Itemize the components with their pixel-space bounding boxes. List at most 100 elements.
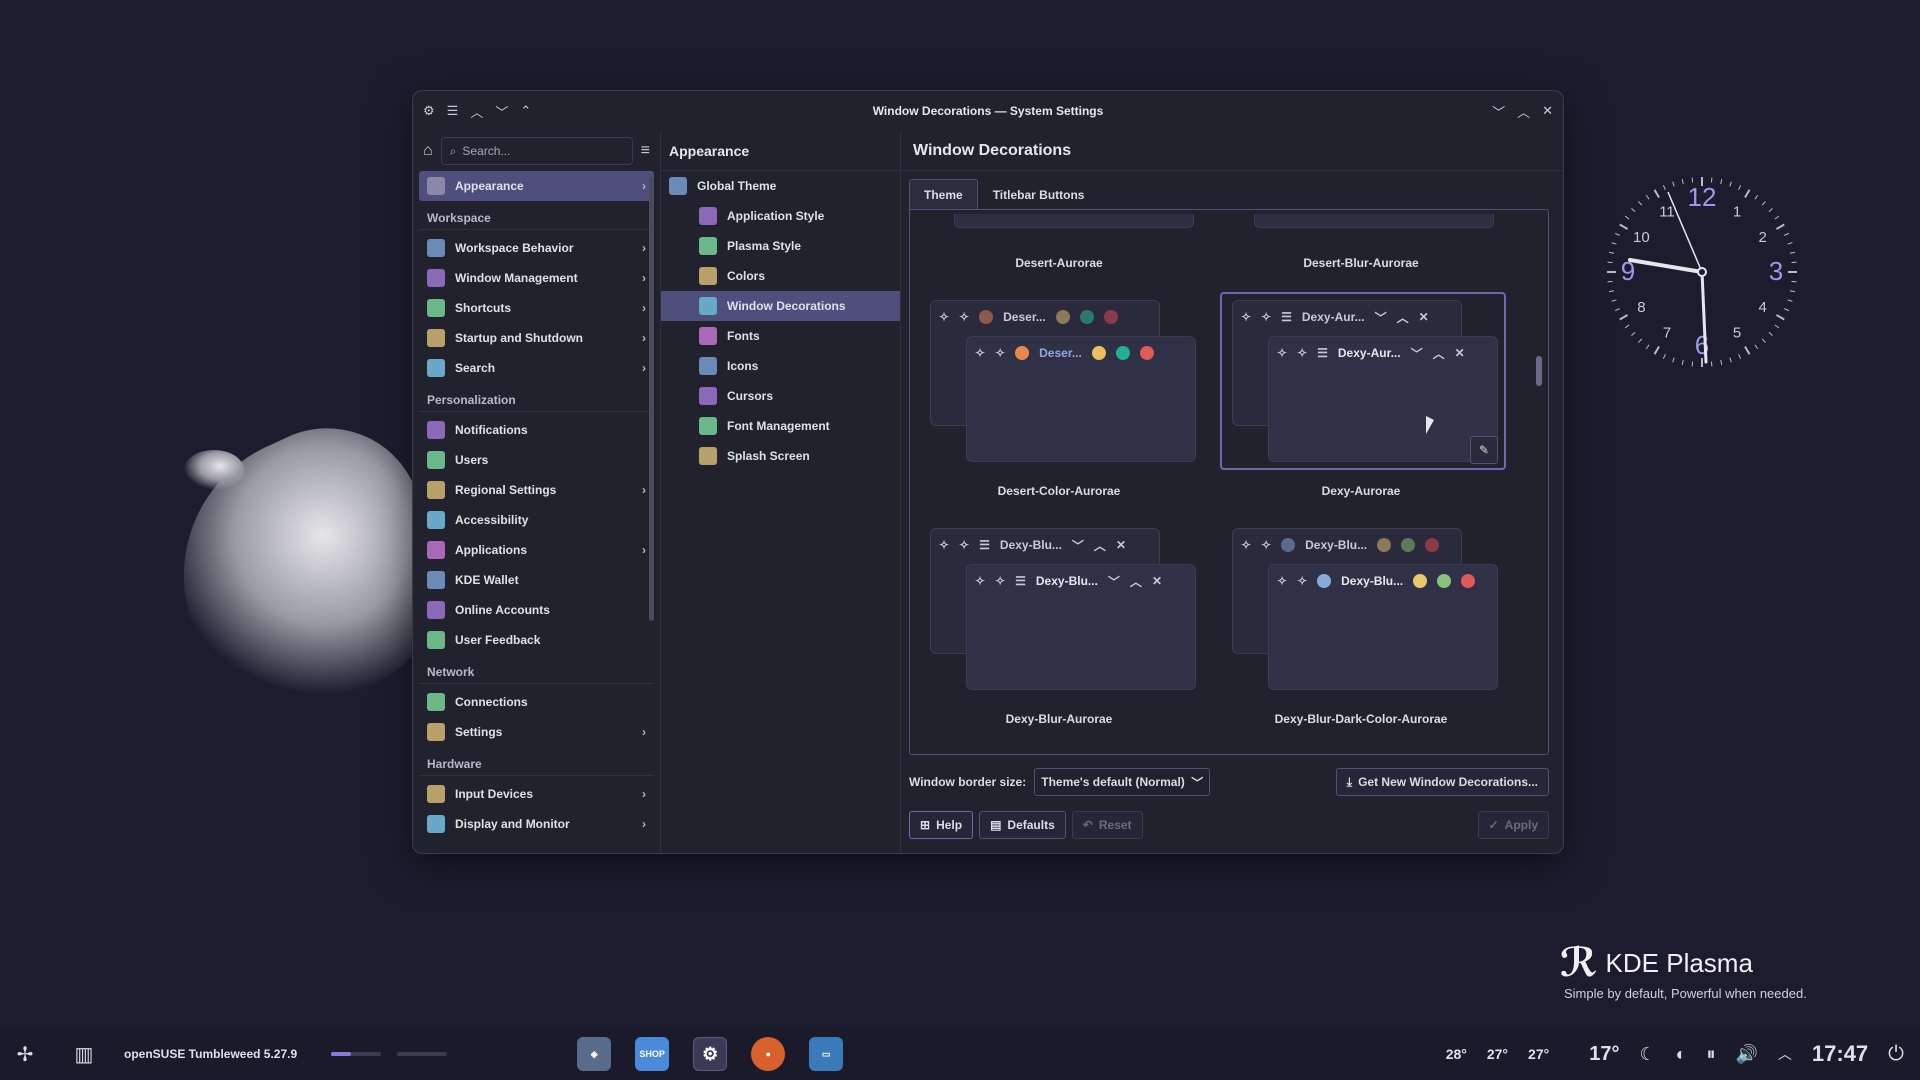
clock-tick <box>1607 280 1613 283</box>
weather-temp[interactable]: 17° <box>1589 1043 1619 1066</box>
theme-label: Desert-Blur-Aurorae <box>1303 256 1419 270</box>
sidebar-item-online-accounts[interactable]: Online Accounts <box>419 595 654 625</box>
shade-icon[interactable]: ⌃ <box>520 103 531 119</box>
sidebar-item-workspace-behavior[interactable]: Workspace Behavior › <box>419 233 654 263</box>
subpanel-item-label: Fonts <box>727 329 760 343</box>
sidebar-item-regional-settings[interactable]: Regional Settings › <box>419 475 654 505</box>
clock-tick <box>1638 201 1643 206</box>
apply-button[interactable]: ✓ Apply <box>1477 811 1549 839</box>
subpanel-item-fonts[interactable]: Fonts <box>661 321 900 351</box>
subpanel-item-plasma-style[interactable]: Plasma Style <box>661 231 900 261</box>
maximize-icon: ︿ <box>1129 574 1142 589</box>
defaults-button[interactable]: ▤ Defaults <box>979 811 1066 839</box>
reset-button[interactable]: ↶ Reset <box>1071 811 1143 839</box>
sidebar-scrollbar[interactable] <box>649 177 654 621</box>
theme-preview-dexy-blur-dark-color-aurorae[interactable]: ✧ ✧ Dexy-Blu... <box>1268 564 1498 690</box>
tray-expand-icon[interactable]: ︿ <box>1778 1044 1792 1064</box>
pin-icon: ✧ <box>959 310 970 324</box>
sidebar-item-users[interactable]: Users <box>419 445 654 475</box>
titlebar: ⚙ ☰ ︿ ﹀ ⌃ Window Decorations — System Se… <box>413 91 1563 131</box>
taskbar-app-shop[interactable]: SHOP <box>635 1037 670 1071</box>
sidebar-item-startup-and-shutdown[interactable]: Startup and Shutdown › <box>419 323 654 353</box>
media-pause-icon[interactable]: ⏸ <box>1706 1044 1715 1065</box>
subpanel-item-icon <box>699 447 717 465</box>
night-color-icon[interactable]: ◐ <box>1676 1044 1687 1065</box>
chevron-right-icon: › <box>642 271 646 285</box>
subpanel-item-global-theme[interactable]: Global Theme <box>661 171 900 201</box>
overview-button[interactable]: ▥ <box>64 1042 104 1067</box>
menu-icon[interactable]: ≡ <box>641 142 650 160</box>
sidebar-item-applications[interactable]: Applications › <box>419 535 654 565</box>
minimize-icon: ﹀ <box>1071 538 1084 553</box>
app-menu-icon[interactable]: ⚙ <box>423 103 435 119</box>
maximize-icon: ︿ <box>1432 346 1445 361</box>
power-icon[interactable]: ⏻ <box>1888 1043 1904 1066</box>
chevron-right-icon: › <box>642 241 646 255</box>
sidebar-item-appearance[interactable]: Appearance › <box>419 171 654 201</box>
launcher-button[interactable]: ✢ <box>0 1042 50 1067</box>
sidebar-item-label: Input Devices <box>455 787 534 801</box>
sidebar-item-notifications[interactable]: Notifications <box>419 415 654 445</box>
theme-grid-scrollbar[interactable] <box>1536 356 1542 386</box>
sidebar-item-connections[interactable]: Connections <box>419 687 654 717</box>
sidebar-item-kde-wallet[interactable]: KDE Wallet <box>419 565 654 595</box>
subpanel-item-application-style[interactable]: Application Style <box>661 201 900 231</box>
sidebar-item-accessibility[interactable]: Accessibility <box>419 505 654 535</box>
border-size-combo[interactable]: Theme's default (Normal) ﹀ <box>1034 768 1211 796</box>
theme-preview-desert-color-aurorae[interactable]: ✧ ✧ Deser... <box>966 336 1196 462</box>
home-icon[interactable]: ⌂ <box>423 142 433 160</box>
hamburger-icon[interactable]: ☰ <box>447 103 459 119</box>
subpanel-item-cursors[interactable]: Cursors <box>661 381 900 411</box>
subpanel-item-label: Cursors <box>727 389 774 403</box>
clock-tick <box>1775 223 1785 230</box>
sidebar-item-settings[interactable]: Settings › <box>419 717 654 747</box>
volume-slider[interactable] <box>331 1052 382 1056</box>
subpanel-item-window-decorations[interactable]: Window Decorations <box>661 291 900 321</box>
brightness-slider[interactable] <box>397 1052 448 1056</box>
maximize-icon[interactable]: ︿ <box>1517 102 1530 121</box>
subpanel-item-icon <box>699 387 717 405</box>
tab-theme[interactable]: Theme <box>909 179 978 209</box>
subpanel-item-font-management[interactable]: Font Management <box>661 411 900 441</box>
clock-time[interactable]: 17:47 <box>1812 1041 1868 1067</box>
edit-theme-button[interactable]: ✎ <box>1470 436 1498 464</box>
theme-preview-desert-aurorae[interactable] <box>954 214 1194 228</box>
theme-label: Dexy-Blur-Aurorae <box>1005 712 1113 726</box>
theme-preview-desert-blur-aurorae[interactable] <box>1254 214 1494 228</box>
taskbar-app-system-settings[interactable]: ⚙ <box>693 1037 728 1071</box>
sidebar-item-display-and-monitor[interactable]: Display and Monitor › <box>419 809 654 839</box>
moon-icon: ☾ <box>1639 1043 1656 1064</box>
appearance-subpanel: Appearance Global Theme Application Style… <box>661 131 901 853</box>
clock-tick <box>1631 208 1636 213</box>
volume-icon[interactable]: 🔊 <box>1735 1044 1757 1065</box>
sidebar-item-window-management[interactable]: Window Management › <box>419 263 654 293</box>
minimize-icon[interactable]: ﹀ <box>1492 102 1505 121</box>
analog-clock-widget[interactable]: 12 1234567891011 <box>1602 172 1802 372</box>
category-icon <box>427 693 445 711</box>
tab-titlebar-buttons[interactable]: Titlebar Buttons <box>978 179 1100 209</box>
sidebar-item-input-devices[interactable]: Input Devices › <box>419 779 654 809</box>
keep-above-icon[interactable]: ︿ <box>470 102 483 121</box>
window-title: Window Decorations — System Settings <box>872 104 1104 118</box>
taskbar-app-firefox[interactable]: ● <box>751 1037 786 1071</box>
taskbar-app-files[interactable]: ▭ <box>809 1037 844 1071</box>
taskbar-app-discover[interactable]: ◈ <box>577 1037 612 1071</box>
help-button[interactable]: ⊞ Help <box>909 811 974 839</box>
category-icon <box>427 723 445 741</box>
sidebar-item-search[interactable]: Search › <box>419 353 654 383</box>
search-input[interactable]: ⌕ Search... <box>440 137 633 165</box>
theme-preview-dexy-blur-aurorae[interactable]: ✧ ✧ ☰ Dexy-Blu... ﹀ ︿ ✕ <box>966 564 1196 690</box>
theme-preview-dexy-aurorae[interactable]: ✧ ✧ ☰ Dexy-Aur... ﹀ ︿ ✕ <box>1268 336 1498 462</box>
close-icon[interactable]: ✕ <box>1542 102 1553 121</box>
keep-below-icon[interactable]: ﹀ <box>495 102 508 121</box>
sidebar-item-shortcuts[interactable]: Shortcuts › <box>419 293 654 323</box>
subpanel-item-splash-screen[interactable]: Splash Screen <box>661 441 900 471</box>
subpanel-item-colors[interactable]: Colors <box>661 261 900 291</box>
clock-tick <box>1672 357 1675 363</box>
clock-tick <box>1720 178 1723 185</box>
clock-tick <box>1768 208 1773 213</box>
get-new-decorations-button[interactable]: ⤓ Get New Window Decorations... <box>1335 768 1549 796</box>
subpanel-item-icons[interactable]: Icons <box>661 351 900 381</box>
clock-tick <box>1774 215 1780 220</box>
sidebar-item-user-feedback[interactable]: User Feedback <box>419 625 654 655</box>
